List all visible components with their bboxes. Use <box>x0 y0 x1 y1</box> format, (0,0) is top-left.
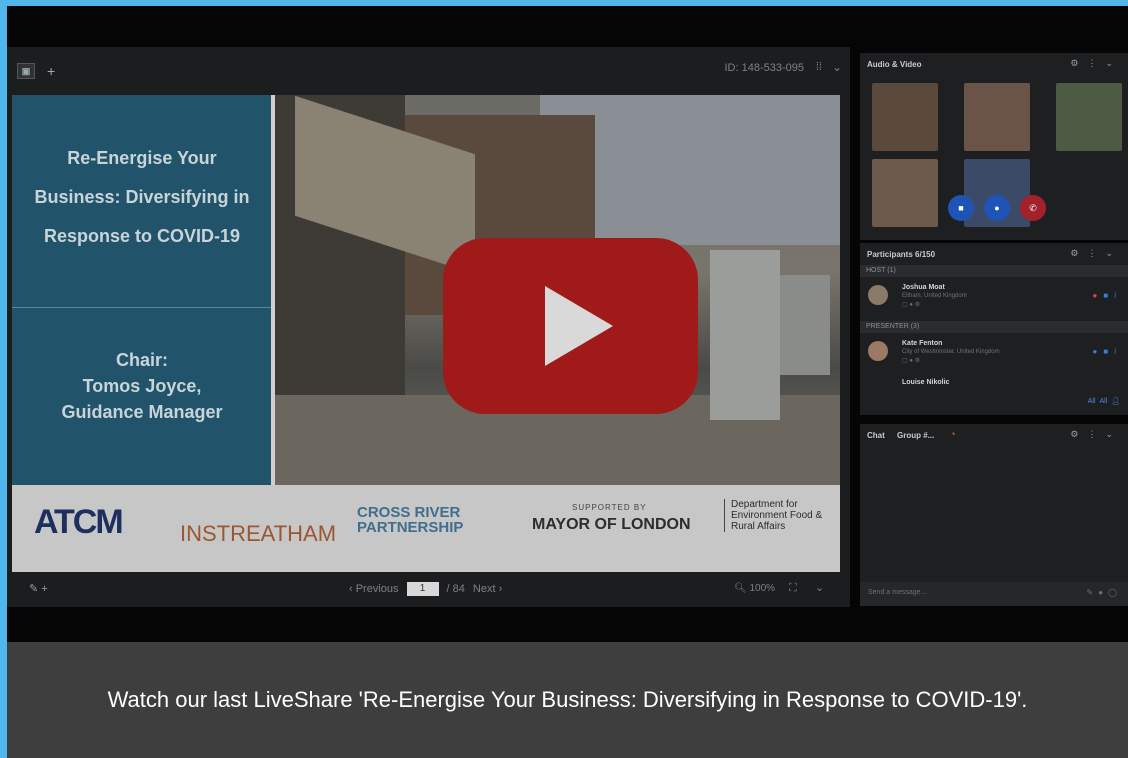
video-tile <box>1056 83 1122 151</box>
page-total: / 84 <box>446 583 465 595</box>
participant-row[interactable]: Kate Fenton City of Westminster, United … <box>860 335 1128 375</box>
presentation-footer: ✎ + ‹ Previous 1 / 84 Next › 🔍︎ 100% ⛶ ⌄ <box>7 572 850 607</box>
atcm-logo: ATCM <box>34 503 124 541</box>
presenter-section-label: PRESENTER (3) <box>860 321 1128 333</box>
cash-kiosk <box>710 250 780 420</box>
previous-button[interactable]: ‹ Previous <box>349 583 399 595</box>
participant-name: Kate Fenton <box>902 340 943 347</box>
zoom-icon: 🔍︎ <box>734 583 750 594</box>
message-placeholder: Send a message... <box>868 589 927 596</box>
slide-title: Re-Energise Your Business: Diversifying … <box>34 148 250 246</box>
document-tab-icon[interactable]: ▣ <box>17 63 35 79</box>
page-input[interactable]: 1 <box>406 582 439 596</box>
chair-name: Tomos Joyce, <box>82 376 202 396</box>
cross-river-logo: CROSS RIVER PARTNERSHIP <box>357 504 464 536</box>
participant-location: Eltham, United Kingdom <box>902 293 967 299</box>
divider <box>12 307 271 308</box>
add-user-icon: 👤︎ <box>1111 398 1120 405</box>
mic-muted-icon: ● <box>1092 291 1104 300</box>
pager: ‹ Previous 1 / 84 Next › <box>349 582 502 596</box>
mute-all-label: All <box>1087 398 1096 405</box>
video-tile <box>872 159 938 227</box>
hang-up-button[interactable]: ✆ <box>1020 195 1046 221</box>
participant-location: City of Westminster, United Kingdom <box>902 349 1000 355</box>
video-frame[interactable]: ▣ + ID: 148-533-095 ⁞⁞ ⌄ Re-Energise You… <box>7 6 1128 758</box>
attachment-icons[interactable]: ✎●◯ <box>1087 588 1123 597</box>
panel-title: Participants 6/150 <box>867 250 936 259</box>
host-section-label: HOST (1) <box>860 265 1128 277</box>
mayor-of-london-logo: MAYOR OF LONDON <box>532 516 691 533</box>
zoom-level[interactable]: 🔍︎ 100% <box>734 583 775 594</box>
presentation-toolbar: ▣ + ID: 148-533-095 ⁞⁞ ⌄ <box>7 47 850 95</box>
video-toggle-button[interactable]: ■ <box>948 195 974 221</box>
van <box>780 275 830 375</box>
panel-controls[interactable]: ⚙⋮⌄ <box>1070 248 1122 259</box>
participant-name: Joshua Moat <box>902 284 945 291</box>
chevron-down-icon[interactable]: ⌄ <box>832 60 842 74</box>
liveshare-app-screenshot: ▣ + ID: 148-533-095 ⁞⁞ ⌄ Re-Energise You… <box>7 6 1128 642</box>
fullscreen-icon[interactable]: ⛶ <box>789 582 797 595</box>
tab-chat[interactable]: Chat <box>867 431 885 440</box>
panel-title: Audio & Video <box>867 60 922 69</box>
participants-panel: Participants 6/150 ⚙⋮⌄ HOST (1) Joshua M… <box>860 243 1128 415</box>
slide-chair: Chair: Tomos Joyce, Guidance Manager <box>22 347 262 425</box>
chevron-down-icon[interactable]: ⌄ <box>815 581 824 594</box>
defra-logo: Department for Environment Food & Rural … <box>724 499 831 532</box>
participant-name: Louise Nikolic <box>902 379 950 386</box>
slide: Re-Energise Your Business: Diversifying … <box>12 95 840 572</box>
layout-icon[interactable]: ⁞⁞ <box>816 61 822 73</box>
participant-status-icons: ▢ ● ⚙ <box>902 358 921 364</box>
message-input[interactable]: Send a message... ✎●◯ <box>860 582 1128 606</box>
caption-text: Watch our last LiveShare 'Re-Energise Yo… <box>107 687 1028 712</box>
mic-toggle-button[interactable]: ● <box>984 195 1010 221</box>
session-id: ID: 148-533-095 <box>724 62 805 74</box>
chair-role: Guidance Manager <box>61 402 223 422</box>
play-icon <box>545 286 613 366</box>
avatar <box>868 341 888 361</box>
video-tile <box>872 83 938 151</box>
panel-controls[interactable]: ⚙⋮⌄ <box>1070 58 1122 69</box>
chat-avatar-icon: ◔ <box>950 429 956 439</box>
pen-icon[interactable]: ✎ + <box>29 582 48 595</box>
participant-actions[interactable]: ●■i <box>1093 347 1122 356</box>
participant-actions[interactable]: ●■i <box>1093 291 1122 300</box>
participant-status-icons: ▢ ● ⚙ <box>902 302 921 308</box>
panel-controls[interactable]: ⚙⋮⌄ <box>1070 429 1122 440</box>
slide-title-block: Re-Energise Your Business: Diversifying … <box>12 95 271 485</box>
video-all-label: All <box>1099 398 1108 405</box>
logo-strip: ATCM INSTREATHAM CROSS RIVER PARTNERSHIP… <box>12 485 840 572</box>
add-tab-button[interactable]: + <box>47 63 55 79</box>
video-tile <box>964 83 1030 151</box>
audio-video-panel: Audio & Video ⚙⋮⌄ ■ ● ✆ <box>860 53 1128 240</box>
next-button[interactable]: Next › <box>473 583 502 595</box>
chair-label: Chair: <box>115 350 168 370</box>
presentation-panel: ▣ + ID: 148-533-095 ⁞⁞ ⌄ Re-Energise You… <box>7 47 850 607</box>
chat-panel: Chat Group #... ◔ ⚙⋮⌄ Send a message... … <box>860 424 1128 606</box>
avatar <box>868 285 888 305</box>
video-caption: Watch our last LiveShare 'Re-Energise Yo… <box>7 642 1128 758</box>
supported-by-label: SUPPORTED BY <box>572 503 647 512</box>
participant-row[interactable]: Joshua Moat Eltham, United Kingdom ▢ ● ⚙… <box>860 279 1128 319</box>
tab-group[interactable]: Group #... <box>897 431 934 440</box>
mute-all-controls[interactable]: All All 👤︎ <box>1088 397 1120 405</box>
instreatham-logo: INSTREATHAM <box>180 521 337 546</box>
zoom-value: 100% <box>749 583 776 594</box>
